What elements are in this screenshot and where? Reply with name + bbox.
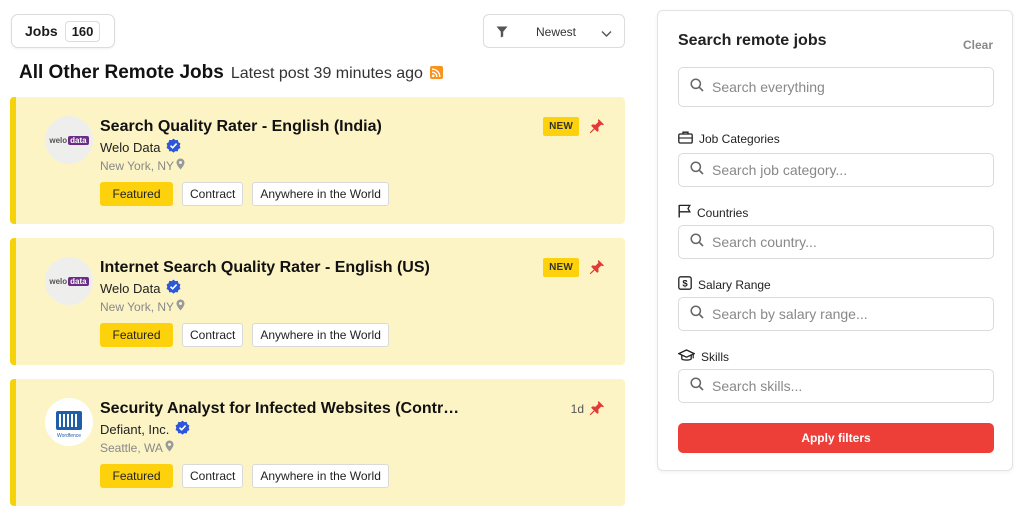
apply-filters-button[interactable]: Apply filters (678, 423, 994, 453)
skills-input[interactable] (712, 378, 982, 394)
country-input[interactable] (712, 234, 982, 250)
job-tags: Featured Contract Anywhere in the World (100, 464, 389, 488)
job-title[interactable]: Search Quality Rater - English (India) (100, 118, 382, 136)
search-icon (690, 77, 704, 97)
section-title: All Other Remote Jobs (19, 62, 224, 83)
salary-range-label: $ Salary Range (678, 276, 771, 293)
pin-icon[interactable] (589, 118, 605, 139)
company-name: Welo Data (100, 138, 181, 156)
new-badge: NEW (543, 258, 579, 277)
tag-contract[interactable]: Contract (182, 323, 244, 347)
job-title[interactable]: Internet Search Quality Rater - English … (100, 259, 430, 277)
tag-featured[interactable]: Featured (100, 323, 173, 347)
verified-icon (175, 420, 190, 438)
job-tags: Featured Contract Anywhere in the World (100, 323, 389, 347)
skills-label: Skills (677, 349, 729, 365)
tag-location[interactable]: Anywhere in the World (252, 182, 389, 206)
dollar-icon: $ (678, 276, 692, 293)
svg-text:Wordfence: Wordfence (57, 433, 81, 439)
tag-contract[interactable]: Contract (182, 182, 244, 206)
salary-range-input[interactable] (712, 306, 982, 322)
filter-panel: Search remote jobs Clear Job Categories … (657, 10, 1013, 471)
verified-icon (166, 138, 181, 156)
location-pin-icon (174, 299, 185, 314)
verified-icon (166, 279, 181, 297)
skills-field[interactable] (678, 369, 994, 403)
job-category-input[interactable] (712, 162, 982, 178)
flag-icon (678, 204, 691, 221)
company-logo: Wordfence (45, 398, 93, 446)
jobs-counter: Jobs 160 (11, 14, 115, 48)
search-icon (690, 376, 704, 396)
posted-age: 1d (570, 402, 584, 416)
job-card[interactable]: welo data Search Quality Rater - English … (10, 97, 625, 224)
job-categories-label: Job Categories (678, 131, 780, 147)
job-card[interactable]: Wordfence Security Analyst for Infected … (10, 379, 625, 506)
jobs-count: 160 (64, 20, 101, 42)
job-location: New York, NY (100, 158, 185, 173)
search-everything-field[interactable] (678, 67, 994, 107)
filter-panel-title: Search remote jobs (678, 32, 827, 49)
clear-filters-button[interactable]: Clear (963, 38, 993, 52)
company-logo: welo data (45, 257, 93, 305)
tag-location[interactable]: Anywhere in the World (252, 464, 389, 488)
new-badge: NEW (543, 117, 579, 136)
job-location: Seattle, WA (100, 440, 174, 455)
job-card[interactable]: welo data Internet Search Quality Rater -… (10, 238, 625, 365)
svg-text:$: $ (682, 279, 688, 290)
search-everything-input[interactable] (712, 79, 982, 95)
graduation-cap-icon (677, 349, 696, 365)
sort-selected-value: Newest (536, 25, 577, 39)
pin-icon[interactable] (589, 400, 605, 421)
search-icon (690, 304, 704, 324)
countries-label: Countries (678, 204, 748, 221)
job-tags: Featured Contract Anywhere in the World (100, 182, 389, 206)
tag-featured[interactable]: Featured (100, 182, 173, 206)
location-pin-icon (163, 440, 174, 455)
pin-icon[interactable] (589, 259, 605, 280)
salary-range-field[interactable] (678, 297, 994, 331)
sort-dropdown[interactable]: Newest (483, 14, 625, 48)
latest-post-info: Latest post 39 minutes ago (230, 65, 423, 82)
tag-location[interactable]: Anywhere in the World (252, 323, 389, 347)
job-category-field[interactable] (678, 153, 994, 187)
search-icon (690, 160, 704, 180)
location-pin-icon (174, 158, 185, 173)
job-location: New York, NY (100, 299, 185, 314)
company-logo: welo data (45, 116, 93, 164)
filter-icon (496, 26, 508, 41)
section-header: All Other Remote Jobs Latest post 39 min… (19, 62, 443, 84)
rss-icon[interactable] (429, 66, 443, 79)
chevron-down-icon (601, 27, 612, 41)
company-name: Welo Data (100, 279, 181, 297)
country-field[interactable] (678, 225, 994, 259)
tag-featured[interactable]: Featured (100, 464, 173, 488)
tag-contract[interactable]: Contract (182, 464, 244, 488)
job-title[interactable]: Security Analyst for Infected Websites (… (100, 400, 459, 418)
company-name: Defiant, Inc. (100, 420, 190, 438)
search-icon (690, 232, 704, 252)
briefcase-icon (678, 131, 693, 147)
jobs-label: Jobs (25, 23, 58, 39)
